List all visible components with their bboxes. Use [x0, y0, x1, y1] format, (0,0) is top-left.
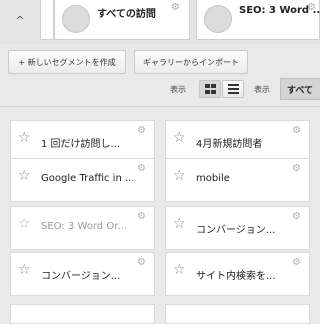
grid-icon — [204, 84, 216, 94]
gear-icon[interactable]: ⚙ — [292, 163, 301, 174]
list-view-toggle[interactable] — [222, 80, 244, 98]
gear-icon[interactable]: ⚙ — [292, 211, 301, 222]
star-icon[interactable]: ☆ — [18, 217, 31, 231]
segment-slot-seo[interactable]: SEO: 3 Word ... ⚙ — [196, 0, 320, 40]
star-icon[interactable]: ☆ — [18, 263, 31, 277]
segment-name: 1 回だけ訪問し... — [41, 139, 121, 150]
segment-name: mobile — [196, 173, 230, 184]
segment-card[interactable]: ☆ コンバージョン... ⚙ — [165, 206, 310, 250]
segment-card[interactable]: ☆ コンバージョン... ⚙ — [10, 252, 155, 296]
gear-icon[interactable]: ⚙ — [171, 2, 180, 13]
segment-card[interactable]: ☆ mobile ⚙ — [165, 158, 310, 202]
segment-name: SEO: 3 Word Or... — [41, 221, 127, 232]
segment-name: コンバージョン... — [196, 225, 276, 236]
segment-card[interactable] — [10, 304, 155, 324]
segment-slot-label: すべての訪問 — [97, 9, 156, 20]
segment-check-icon[interactable] — [204, 5, 232, 33]
gear-icon[interactable]: ⚙ — [137, 125, 146, 136]
segment-card[interactable] — [165, 304, 310, 324]
filter-label: 表示 — [254, 85, 270, 94]
gear-icon[interactable]: ⚙ — [137, 257, 146, 268]
star-icon[interactable]: ☆ — [18, 169, 31, 183]
filter-all-tab[interactable]: すべて — [280, 78, 320, 100]
segment-name: コンバージョン... — [41, 271, 121, 282]
gear-icon[interactable]: ⚙ — [307, 2, 316, 13]
segment-name: サイト内検索を... — [196, 271, 276, 282]
segment-check-icon[interactable] — [62, 5, 90, 33]
gear-icon[interactable]: ⚙ — [137, 211, 146, 222]
collapse-chevron-icon[interactable]: ^ — [0, 0, 40, 40]
segment-card[interactable]: ☆ Google Traffic in ... ⚙ — [10, 158, 155, 202]
gear-icon[interactable]: ⚙ — [292, 125, 301, 136]
segment-card[interactable]: ☆ サイト内検索を... ⚙ — [165, 252, 310, 296]
divider — [0, 106, 320, 107]
import-from-gallery-button[interactable]: ギャラリーからインポート — [134, 50, 248, 74]
segment-slot-all-visits[interactable]: すべての訪問 ⚙ — [54, 0, 190, 40]
view-label: 表示 — [170, 85, 186, 94]
segment-slot[interactable] — [40, 0, 54, 40]
gear-icon[interactable]: ⚙ — [137, 163, 146, 174]
segment-name: 4月新規訪問者 — [196, 139, 263, 150]
list-icon — [227, 84, 239, 94]
star-icon[interactable]: ☆ — [173, 131, 186, 145]
grid-view-toggle[interactable] — [199, 80, 221, 98]
selected-segments-bar: ^ すべての訪問 ⚙ SEO: 3 Word ... ⚙ — [0, 0, 320, 44]
segment-card[interactable]: ☆ SEO: 3 Word Or... ⚙ — [10, 206, 155, 250]
star-icon[interactable]: ☆ — [18, 131, 31, 145]
star-icon[interactable]: ☆ — [173, 217, 186, 231]
new-segment-button[interactable]: + 新しいセグメントを作成 — [8, 50, 126, 74]
star-icon[interactable]: ☆ — [173, 263, 186, 277]
segment-name: Google Traffic in ... — [41, 173, 133, 184]
star-icon[interactable]: ☆ — [173, 169, 186, 183]
gear-icon[interactable]: ⚙ — [292, 257, 301, 268]
